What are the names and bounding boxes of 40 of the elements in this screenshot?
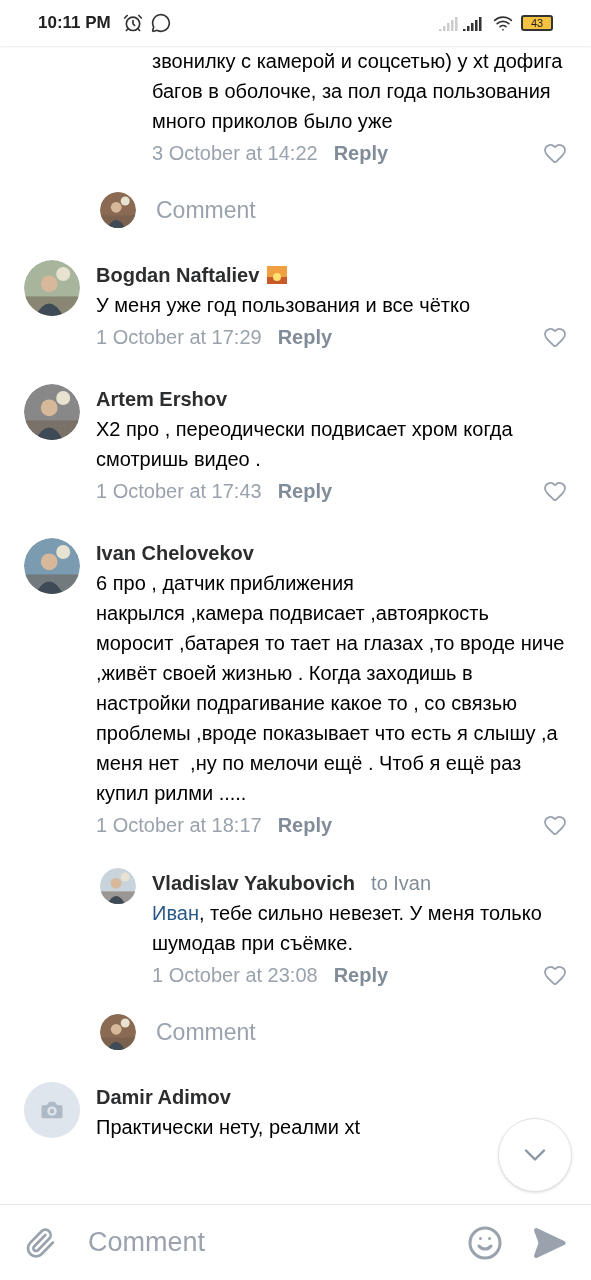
reply-link[interactable]: Reply (277, 322, 333, 352)
comment-text: Практически нету, реалми xt (96, 1115, 362, 1140)
comment-text: звонилку с камерой и соцсетью) у xt дофига багов в оболочке, за пол года пользования много приколов было уже (152, 49, 564, 134)
wifi-icon (493, 13, 513, 33)
comment-time: 1 October at 17:29 (96, 325, 262, 350)
emoji-icon[interactable] (467, 1224, 503, 1261)
author-name[interactable]: Bogdan Naftaliev (96, 260, 260, 290)
status-time: 10:11 PM (38, 12, 111, 35)
comment-time: 1 October at 23:08 (152, 963, 318, 988)
reply-target[interactable]: to Ivan (371, 868, 432, 898)
comment-text: Иван, тебе сильно невезет. У меня только шумодав при съёмке. (152, 901, 543, 956)
mention-link[interactable]: Иван (152, 902, 199, 924)
reply-link[interactable]: Reply (333, 138, 389, 168)
author-name[interactable]: Damir Adimov (96, 1082, 231, 1112)
comment-time: 1 October at 17:43 (96, 479, 262, 504)
author-name[interactable]: Vladislav Yakubovich (152, 868, 356, 898)
comment-text: 6 про , датчик приближения накрылся ,камера подвисает ,автояркость моросит ,батарея то тает на глазах ,то вроде ниче ,живёт своей жизнью . Когда заходишь в настройки подрагивание какое то , со связью проблемы ,вроде показывает что есть я слышу ,а меня нет ,ну по мелочи ещё . Чтоб я ещё раз купил рилми ..... (96, 571, 566, 806)
comment-input[interactable]: Comment (88, 1222, 451, 1263)
alarm-icon (122, 13, 143, 33)
reply-link[interactable]: Reply (277, 810, 333, 840)
attach-icon[interactable] (24, 1226, 56, 1259)
comment-text: X2 про , переодически подвисает хром когда смотришь видео . (96, 417, 514, 472)
like-icon[interactable] (543, 963, 567, 987)
comment-prompt[interactable]: Comment (156, 1014, 256, 1050)
chat-bubble-icon (150, 13, 171, 33)
signal-icon (439, 15, 485, 31)
comment-text: У меня уже год пользования и все чётко (96, 293, 472, 318)
like-icon[interactable] (543, 479, 567, 503)
comment-prompt[interactable]: Comment (156, 192, 256, 228)
reply-link[interactable]: Reply (333, 960, 389, 990)
like-icon[interactable] (543, 325, 567, 349)
comment-time: 1 October at 18:17 (96, 813, 262, 838)
author-name[interactable]: Ivan Chelovekov (96, 538, 254, 568)
like-icon[interactable] (543, 141, 567, 165)
author-name[interactable]: Artem Ershov (96, 384, 228, 414)
scroll-down-button[interactable] (498, 1118, 572, 1192)
reply-link[interactable]: Reply (277, 476, 333, 506)
like-icon[interactable] (543, 813, 567, 837)
comment-time: 3 October at 14:22 (152, 141, 318, 166)
battery-icon: 43 (521, 15, 553, 31)
